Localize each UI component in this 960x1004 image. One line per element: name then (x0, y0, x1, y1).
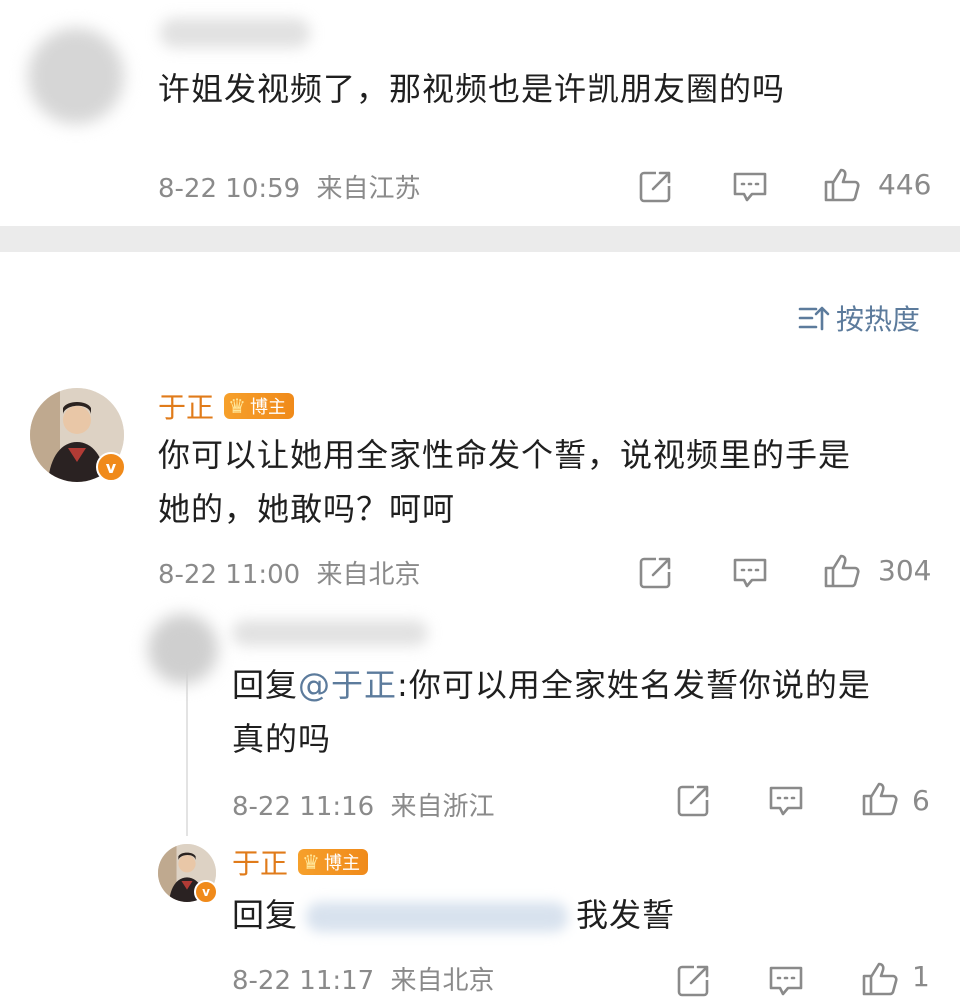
comment-icon[interactable] (730, 552, 770, 592)
comment-time: 8-22 11:00 (158, 560, 301, 590)
crown-icon: ♛ (228, 394, 246, 418)
badge-label: 博主 (323, 853, 360, 874)
reply-location: 来自北京 (390, 966, 495, 996)
comment-icon[interactable] (730, 166, 770, 206)
thumbs-up-icon[interactable] (860, 778, 900, 818)
sort-toggle[interactable]: 按热度 (798, 298, 920, 338)
share-icon[interactable] (674, 960, 714, 1000)
comment-text-line1: 你可以让她用全家性命发个誓，说视频里的手是 (158, 436, 852, 474)
username[interactable]: 于正 (158, 386, 214, 426)
thumbs-up-icon[interactable] (822, 550, 862, 590)
share-icon[interactable] (636, 552, 676, 592)
reply-time: 8-22 11:16 (232, 792, 375, 822)
reply-meta: 8-22 11:16 来自浙江 (232, 786, 494, 823)
mention-link[interactable]: @于正 (298, 666, 397, 704)
username-blurred[interactable] (232, 620, 428, 646)
thumbs-up-icon[interactable] (860, 958, 900, 998)
section-divider (0, 226, 960, 252)
badge-label: 博主 (249, 397, 286, 418)
share-icon[interactable] (636, 166, 676, 206)
comment-icon[interactable] (766, 780, 806, 820)
crown-icon: ♛ (302, 850, 320, 874)
comment-meta: 8-22 11:00 来自北京 (158, 554, 420, 591)
reply-prefix: 回复 (232, 666, 299, 704)
username-row: 于正 ♛ 博主 (158, 386, 294, 426)
verified-v-icon: v (194, 880, 218, 904)
like-count: 6 (912, 784, 930, 817)
reply-location: 来自浙江 (390, 792, 495, 822)
reply-text: 回复 我发誓 (232, 888, 675, 942)
reply-prefix: 回复 (232, 896, 299, 934)
username-blurred[interactable] (160, 18, 310, 48)
comment-text: 许姐发视频了，那视频也是许凯朋友圈的吗 (158, 70, 786, 108)
comment-text-line2: 她的，她敢吗？呵呵 (158, 490, 456, 528)
username[interactable]: 于正 (232, 842, 288, 882)
blogger-badge: ♛ 博主 (298, 849, 368, 875)
comment-meta: 8-22 10:59 来自江苏 (158, 168, 420, 205)
like-count: 304 (878, 554, 932, 587)
reply-body: :你可以用全家姓名发誓你说的是 (397, 666, 871, 704)
comment-time: 8-22 10:59 (158, 174, 301, 204)
reply-body: 我发誓 (576, 896, 676, 934)
blogger-badge: ♛ 博主 (224, 393, 294, 419)
comment-location: 来自江苏 (316, 174, 421, 204)
comment-icon[interactable] (766, 960, 806, 1000)
share-icon[interactable] (674, 780, 714, 820)
comment-location: 来自北京 (316, 560, 421, 590)
sort-label: 按热度 (836, 303, 921, 336)
reply-text-line1: 回复@于正:你可以用全家姓名发誓你说的是 (232, 658, 871, 712)
avatar[interactable] (28, 28, 124, 124)
like-count: 1 (912, 960, 930, 993)
reply-time: 8-22 11:17 (232, 966, 375, 996)
verified-v-icon: v (96, 452, 126, 482)
avatar[interactable] (148, 614, 218, 684)
reply-text-line2: 真的吗 (232, 720, 332, 758)
username-row: 于正 ♛ 博主 (232, 842, 368, 882)
sort-icon (798, 303, 836, 333)
like-count: 446 (878, 168, 932, 201)
thread-line (186, 664, 188, 836)
thumbs-up-icon[interactable] (822, 164, 862, 204)
mention-blurred[interactable] (306, 902, 569, 932)
